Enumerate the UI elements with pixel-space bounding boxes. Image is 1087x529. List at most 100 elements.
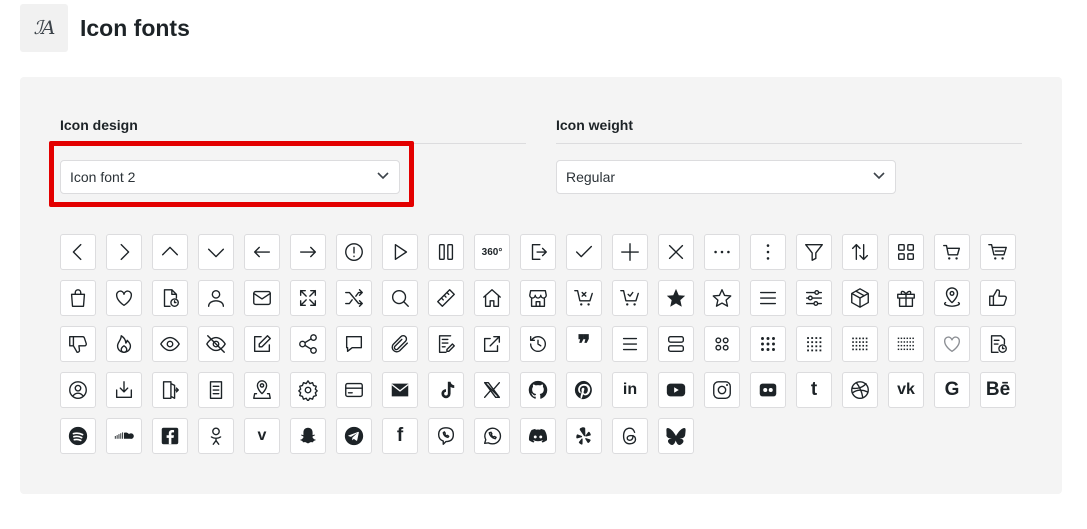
pinterest-icon[interactable] bbox=[566, 372, 602, 408]
history-icon[interactable] bbox=[520, 326, 556, 362]
tiktok-icon[interactable] bbox=[428, 372, 464, 408]
behance-icon[interactable]: Bē bbox=[980, 372, 1016, 408]
cart-remove-icon[interactable] bbox=[566, 280, 602, 316]
facebook-icon[interactable]: f bbox=[382, 418, 418, 454]
credit-card-icon[interactable] bbox=[336, 372, 372, 408]
search-icon[interactable] bbox=[382, 280, 418, 316]
grid-20-icon[interactable] bbox=[842, 326, 878, 362]
grid-9-icon[interactable] bbox=[750, 326, 786, 362]
grid-24-icon[interactable] bbox=[888, 326, 924, 362]
vk-icon[interactable]: vk bbox=[888, 372, 924, 408]
pause-columns-icon[interactable] bbox=[428, 234, 464, 270]
more-vertical-icon[interactable] bbox=[750, 234, 786, 270]
store-icon[interactable] bbox=[520, 280, 556, 316]
check-icon[interactable] bbox=[566, 234, 602, 270]
filter-icon[interactable] bbox=[796, 234, 832, 270]
external-link-icon[interactable] bbox=[474, 326, 510, 362]
soundcloud-icon[interactable] bbox=[106, 418, 142, 454]
view-360-icon[interactable]: 360° bbox=[474, 234, 510, 270]
plus-icon[interactable] bbox=[612, 234, 648, 270]
share-icon[interactable] bbox=[290, 326, 326, 362]
checklist-icon[interactable] bbox=[198, 372, 234, 408]
notes-icon[interactable] bbox=[428, 326, 464, 362]
thumbs-down-icon[interactable] bbox=[60, 326, 96, 362]
location-pin-icon[interactable] bbox=[934, 280, 970, 316]
chevron-left-icon[interactable] bbox=[60, 234, 96, 270]
instagram-glyph bbox=[713, 381, 731, 399]
cart-icon[interactable] bbox=[934, 234, 970, 270]
yelp-icon[interactable] bbox=[566, 418, 602, 454]
list-icon[interactable] bbox=[612, 326, 648, 362]
whatsapp-icon[interactable] bbox=[474, 418, 510, 454]
logout-icon[interactable] bbox=[520, 234, 556, 270]
viber-icon[interactable] bbox=[428, 418, 464, 454]
x-twitter-icon[interactable] bbox=[474, 372, 510, 408]
youtube-icon[interactable] bbox=[658, 372, 694, 408]
sliders-icon[interactable] bbox=[796, 280, 832, 316]
user-circle-icon[interactable] bbox=[60, 372, 96, 408]
tumblr-icon[interactable]: t bbox=[796, 372, 832, 408]
home-icon[interactable] bbox=[474, 280, 510, 316]
facebook-square-icon[interactable] bbox=[152, 418, 188, 454]
paperclip-icon[interactable] bbox=[382, 326, 418, 362]
document-time-icon[interactable] bbox=[152, 280, 188, 316]
eye-off-icon[interactable] bbox=[198, 326, 234, 362]
heart-outline-icon[interactable] bbox=[934, 326, 970, 362]
snapchat-icon[interactable] bbox=[290, 418, 326, 454]
door-exit-icon[interactable] bbox=[152, 372, 188, 408]
chevron-down-icon[interactable] bbox=[198, 234, 234, 270]
google-icon[interactable]: G bbox=[934, 372, 970, 408]
play-icon[interactable] bbox=[382, 234, 418, 270]
user-icon[interactable] bbox=[198, 280, 234, 316]
star-filled-icon[interactable] bbox=[658, 280, 694, 316]
github-icon[interactable] bbox=[520, 372, 556, 408]
cart-alt-icon[interactable] bbox=[980, 234, 1016, 270]
rows-icon[interactable] bbox=[658, 326, 694, 362]
edit-icon[interactable] bbox=[244, 326, 280, 362]
linkedin-icon[interactable]: in bbox=[612, 372, 648, 408]
alert-circle-icon[interactable] bbox=[336, 234, 372, 270]
cart-check-icon[interactable] bbox=[612, 280, 648, 316]
threads-icon[interactable] bbox=[612, 418, 648, 454]
menu-icon[interactable] bbox=[750, 280, 786, 316]
discord-icon[interactable] bbox=[520, 418, 556, 454]
thumbs-up-icon[interactable] bbox=[980, 280, 1016, 316]
chevron-right-icon[interactable] bbox=[106, 234, 142, 270]
star-icon[interactable] bbox=[704, 280, 740, 316]
settings-icon[interactable] bbox=[290, 372, 326, 408]
eye-icon[interactable] bbox=[152, 326, 188, 362]
document-clock-icon[interactable] bbox=[980, 326, 1016, 362]
map-pin-icon[interactable] bbox=[244, 372, 280, 408]
heart-icon[interactable] bbox=[106, 280, 142, 316]
icon-weight-select[interactable]: Regular bbox=[556, 160, 896, 194]
fire-icon[interactable] bbox=[106, 326, 142, 362]
more-horizontal-icon[interactable] bbox=[704, 234, 740, 270]
instagram-icon[interactable] bbox=[704, 372, 740, 408]
ruler-icon[interactable] bbox=[428, 280, 464, 316]
shuffle-icon[interactable] bbox=[336, 280, 372, 316]
telegram-icon[interactable] bbox=[336, 418, 372, 454]
quote-icon[interactable]: ❞ bbox=[566, 326, 602, 362]
grid-16-icon[interactable] bbox=[796, 326, 832, 362]
mail-icon[interactable] bbox=[244, 280, 280, 316]
arrow-right-icon[interactable] bbox=[290, 234, 326, 270]
grid-4-icon[interactable] bbox=[704, 326, 740, 362]
close-icon[interactable] bbox=[658, 234, 694, 270]
gift-icon[interactable] bbox=[888, 280, 924, 316]
bluesky-icon[interactable] bbox=[658, 418, 694, 454]
dribbble-icon[interactable] bbox=[842, 372, 878, 408]
envelope-filled-icon[interactable] bbox=[382, 372, 418, 408]
flickr-icon[interactable] bbox=[750, 372, 786, 408]
expand-icon[interactable] bbox=[290, 280, 326, 316]
chevron-up-icon[interactable] bbox=[152, 234, 188, 270]
box-icon[interactable] bbox=[842, 280, 878, 316]
sort-arrows-icon[interactable] bbox=[842, 234, 878, 270]
download-box-icon[interactable] bbox=[106, 372, 142, 408]
grid-icon[interactable] bbox=[888, 234, 924, 270]
vimeo-icon[interactable]: v bbox=[244, 418, 280, 454]
arrow-left-icon[interactable] bbox=[244, 234, 280, 270]
odnoklassniki-icon[interactable] bbox=[198, 418, 234, 454]
bag-icon[interactable] bbox=[60, 280, 96, 316]
comment-icon[interactable] bbox=[336, 326, 372, 362]
spotify-icon[interactable] bbox=[60, 418, 96, 454]
